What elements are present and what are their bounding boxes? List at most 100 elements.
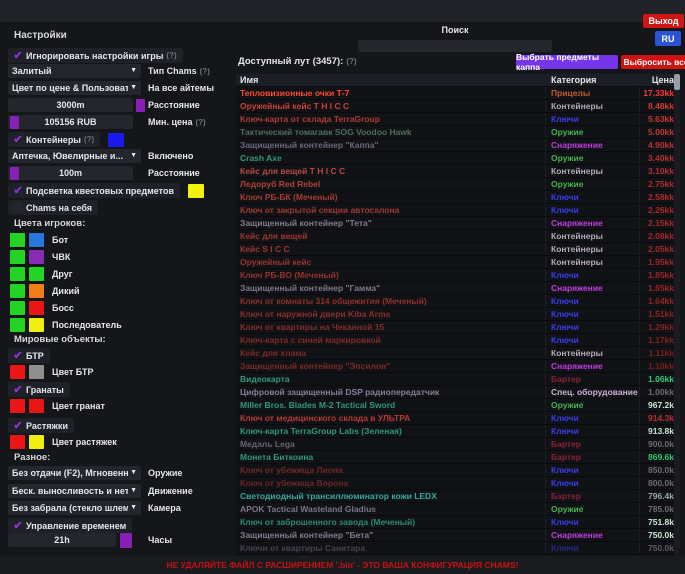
table-row[interactable]: Защищенный контейнер "Гамма"Снаряжение1.… bbox=[236, 282, 679, 295]
help-badge[interactable]: (?) bbox=[346, 57, 356, 66]
table-row[interactable]: Кейс S I C CКонтейнеры2.05kk bbox=[236, 243, 679, 256]
loot-distance-input[interactable]: 100m bbox=[8, 166, 133, 180]
distance-input[interactable]: 3000m bbox=[8, 98, 133, 112]
btr-color-swatch[interactable] bbox=[10, 365, 25, 379]
chams-type-dropdown[interactable]: Залитый ▼ bbox=[8, 64, 141, 78]
camera-mode-dropdown[interactable]: Без забрала (стекло шлема) ▼ bbox=[8, 501, 141, 515]
weapon-mode-dropdown[interactable]: Без отдачи (F2), Мгновенное п ▼ bbox=[8, 466, 141, 480]
table-row[interactable]: Ключ от комнаты 314 общежития (Меченый)К… bbox=[236, 295, 679, 308]
hidden-color-swatch[interactable] bbox=[29, 318, 44, 332]
min-price-input[interactable]: 105156 RUB bbox=[8, 115, 133, 129]
table-row[interactable]: Miller Bros. Blades M-2 Tactical SwordОр… bbox=[236, 399, 679, 412]
table-row[interactable]: Тепловизионные очки Т-7Прицелы17.33kk bbox=[236, 87, 679, 100]
item-category-cell: Контейнеры bbox=[546, 230, 640, 242]
visible-color-swatch[interactable] bbox=[10, 233, 25, 247]
containers-checkbox[interactable]: ✔ Контейнеры (?) bbox=[8, 132, 100, 147]
ignore-game-settings-checkbox[interactable]: ✔ Игнорировать настройки игры (?) bbox=[8, 48, 183, 63]
checkmark-icon: ✔ bbox=[10, 133, 26, 147]
help-badge[interactable]: (?) bbox=[84, 133, 94, 147]
drop-all-button[interactable]: Выбросить все bbox=[621, 55, 685, 69]
table-row[interactable]: Защищенный контейнер "Бета"Снаряжение750… bbox=[236, 529, 679, 542]
hidden-color-swatch[interactable] bbox=[29, 284, 44, 298]
table-row[interactable]: Ключ от убежища ЛионаКлючи850.0k bbox=[236, 464, 679, 477]
search-input[interactable] bbox=[358, 40, 552, 52]
table-row[interactable]: Светодиодный трансиллюминатор кожи LEDXБ… bbox=[236, 490, 679, 503]
item-name-cell: Ледоруб Red Rebel bbox=[236, 178, 546, 190]
scrollbar-thumb[interactable] bbox=[674, 74, 680, 90]
table-row[interactable]: Оружейный кейсКонтейнеры1.95kk bbox=[236, 256, 679, 269]
item-category-cell: Контейнеры bbox=[546, 347, 640, 359]
table-row[interactable]: Цифровой защищенный DSP радиопередатчикС… bbox=[236, 386, 679, 399]
tripwire-color-swatch-2[interactable] bbox=[29, 435, 44, 449]
visible-color-swatch[interactable] bbox=[10, 267, 25, 281]
min-price-color-swatch[interactable] bbox=[10, 116, 19, 129]
table-row[interactable]: Защищенный контейнер "Каппа"Снаряжение4.… bbox=[236, 139, 679, 152]
header-name[interactable]: Имя bbox=[236, 74, 546, 86]
enabled-filter-dropdown[interactable]: Аптечка, Ювелирные и... ▼ bbox=[8, 149, 141, 163]
movement-mode-dropdown[interactable]: Беск. выносливость и нет уста ▼ bbox=[8, 484, 141, 498]
hidden-color-swatch[interactable] bbox=[29, 301, 44, 315]
tripwire-color-swatch[interactable] bbox=[10, 435, 25, 449]
table-row[interactable]: APOK Tactical Wasteland GladiusОружие785… bbox=[236, 503, 679, 516]
item-category-cell: Ключи bbox=[546, 321, 640, 333]
hidden-color-swatch[interactable] bbox=[29, 267, 44, 281]
visible-color-swatch[interactable] bbox=[10, 250, 25, 264]
help-badge[interactable]: (?) bbox=[200, 67, 210, 76]
table-row[interactable]: Crash AxeОружие3.40kk bbox=[236, 152, 679, 165]
visible-color-swatch[interactable] bbox=[10, 284, 25, 298]
loot-distance-color-swatch[interactable] bbox=[10, 167, 19, 180]
table-row[interactable]: Ключ РБ-ВО (Меченый)Ключи1.85kk bbox=[236, 269, 679, 282]
table-row[interactable]: Ключ от медицинского склада в УЛЬТРАКлюч… bbox=[236, 412, 679, 425]
table-row[interactable]: Оружейный кейс T H I C CКонтейнеры8.48kk bbox=[236, 100, 679, 113]
time-control-checkbox[interactable]: ✔ Управление временем bbox=[8, 518, 132, 533]
tripwires-checkbox[interactable]: ✔ Растяжки bbox=[8, 418, 74, 433]
checkbox-label: Растяжки bbox=[26, 419, 68, 433]
table-row[interactable]: Ключ-карта от склада TerraGroupКлючи5.63… bbox=[236, 113, 679, 126]
item-name-cell: Защищенный контейнер "Эпсилон" bbox=[236, 360, 546, 372]
table-row[interactable]: Ключ от квартиры на Чеканной 15Ключи1.29… bbox=[236, 321, 679, 334]
table-row[interactable]: Защищенный контейнер "Тета"Снаряжение2.1… bbox=[236, 217, 679, 230]
distance-color-swatch[interactable] bbox=[136, 99, 145, 112]
table-row[interactable]: Медаль LegaБартер900.0k bbox=[236, 438, 679, 451]
scrollbar-track[interactable] bbox=[674, 74, 680, 555]
btr-checkbox[interactable]: ✔ БТР bbox=[8, 348, 50, 363]
hidden-color-swatch[interactable] bbox=[29, 250, 44, 264]
table-row[interactable]: Ключи от квартиры СанитараКлючи750.0k bbox=[236, 542, 679, 555]
grenades-checkbox[interactable]: ✔ Гранаты bbox=[8, 382, 70, 397]
table-row[interactable]: Ключ от закрытой секции автосалонаКлючи2… bbox=[236, 204, 679, 217]
table-row[interactable]: Защищенный контейнер "Эпсилон"Снаряжение… bbox=[236, 360, 679, 373]
visible-color-swatch[interactable] bbox=[10, 318, 25, 332]
item-category-cell: Ключи bbox=[546, 308, 640, 320]
select-kappa-items-button[interactable]: Выбрать предметы каппа bbox=[516, 55, 618, 69]
containers-color-swatch[interactable] bbox=[108, 133, 124, 147]
table-row[interactable]: Ключ от наружной двери Kiba ArmsКлючи1.5… bbox=[236, 308, 679, 321]
grenade-color-swatch[interactable] bbox=[10, 399, 25, 413]
hours-color-swatch[interactable] bbox=[120, 533, 132, 548]
table-row[interactable]: Кейс для вещей T H I C CКонтейнеры3.10kk bbox=[236, 165, 679, 178]
help-badge[interactable]: (?) bbox=[195, 118, 205, 127]
table-row[interactable]: Монета БиткоинаБартер869.6k bbox=[236, 451, 679, 464]
table-row[interactable]: Кейс для вещейКонтейнеры2.08kk bbox=[236, 230, 679, 243]
help-badge[interactable]: (?) bbox=[166, 49, 176, 63]
table-row[interactable]: Ключ-карта TerraGroup Labs (Зеленая)Ключ… bbox=[236, 425, 679, 438]
btr-color-swatch-2[interactable] bbox=[29, 365, 44, 379]
table-row[interactable]: Ключ РБ-БК (Меченый)Ключи2.58kk bbox=[236, 191, 679, 204]
table-row[interactable]: Ключ от убежища ВоронаКлючи800.0k bbox=[236, 477, 679, 490]
table-row[interactable]: Кейс для хламаКонтейнеры1.11kk bbox=[236, 347, 679, 360]
table-row[interactable]: Ключ от заброшенного завода (Меченый)Клю… bbox=[236, 516, 679, 529]
header-category[interactable]: Категория bbox=[546, 74, 640, 86]
all-items-mode-dropdown[interactable]: Цвет по цене & Пользователь ▼ bbox=[8, 81, 141, 95]
table-row[interactable]: Ледоруб Red RebelОружие2.75kk bbox=[236, 178, 679, 191]
hidden-color-swatch[interactable] bbox=[29, 233, 44, 247]
chams-self-checkbox[interactable]: Chams на себя bbox=[8, 200, 98, 215]
grenade-color-swatch-2[interactable] bbox=[29, 399, 44, 413]
table-row[interactable]: ВидеокартаБартер1.06kk bbox=[236, 373, 679, 386]
language-button[interactable]: RU bbox=[655, 31, 681, 46]
quest-color-swatch[interactable] bbox=[188, 184, 204, 198]
hours-input[interactable]: 21h bbox=[8, 533, 116, 547]
exit-button[interactable]: Выход bbox=[643, 14, 684, 28]
visible-color-swatch[interactable] bbox=[10, 301, 25, 315]
table-row[interactable]: Тактический томагавк SOG Voodoo HawkОруж… bbox=[236, 126, 679, 139]
quest-highlight-checkbox[interactable]: ✔ Подсветка квестовых предметов bbox=[8, 183, 180, 198]
table-row[interactable]: Ключ-карта с синей маркировкойКлючи1.17k… bbox=[236, 334, 679, 347]
